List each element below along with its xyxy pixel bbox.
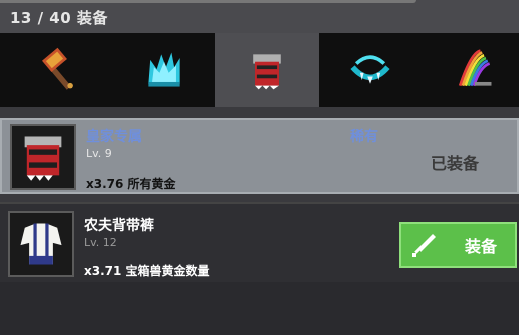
equipment-category-tabs [0, 33, 519, 107]
item-level: Lv. 9 [86, 147, 112, 160]
equipment-list-item[interactable]: 皇家专属 Lv. 9 x3.76 所有黄金 稀有 已装备 [0, 118, 519, 194]
item-bonus: x3.71 宝箱兽黄金数量 [84, 264, 210, 278]
equip-button[interactable]: 装备 [399, 222, 517, 268]
item-thumbnail [10, 124, 76, 190]
overalls-icon [20, 223, 62, 265]
sword-icon [412, 234, 436, 257]
tab-sword[interactable] [422, 33, 519, 107]
item-name: 农夫背带裤 [84, 218, 154, 234]
equipped-status: 已装备 [431, 154, 480, 173]
item-bonus: x3.76 所有黄金 [86, 177, 176, 191]
armor-icon [253, 54, 281, 90]
item-rarity: 稀有 [350, 129, 378, 145]
item-thumbnail [8, 211, 74, 277]
ice-crown-icon [148, 52, 180, 87]
list-empty-area [0, 282, 519, 335]
equip-button-label: 装备 [465, 237, 498, 256]
inventory-capacity: 13 / 40 装备 [10, 9, 108, 27]
tab-necklace[interactable] [318, 33, 422, 107]
inventory-header: 13 / 40 装备 [0, 0, 519, 33]
tab-helmet[interactable] [112, 33, 216, 107]
royal-armor-icon [24, 136, 62, 181]
item-name: 皇家专属 [86, 129, 142, 145]
fang-necklace-icon [350, 55, 390, 84]
header-edge [0, 0, 416, 3]
equipment-list-item[interactable]: 农夫背带裤 Lv. 12 x3.71 宝箱兽黄金数量 装备 [0, 202, 519, 284]
tab-weapon[interactable] [8, 33, 112, 107]
item-level: Lv. 12 [84, 236, 117, 249]
tab-armor[interactable] [215, 33, 319, 107]
hammer-icon [41, 47, 73, 90]
rainbow-sword-icon [458, 49, 492, 87]
